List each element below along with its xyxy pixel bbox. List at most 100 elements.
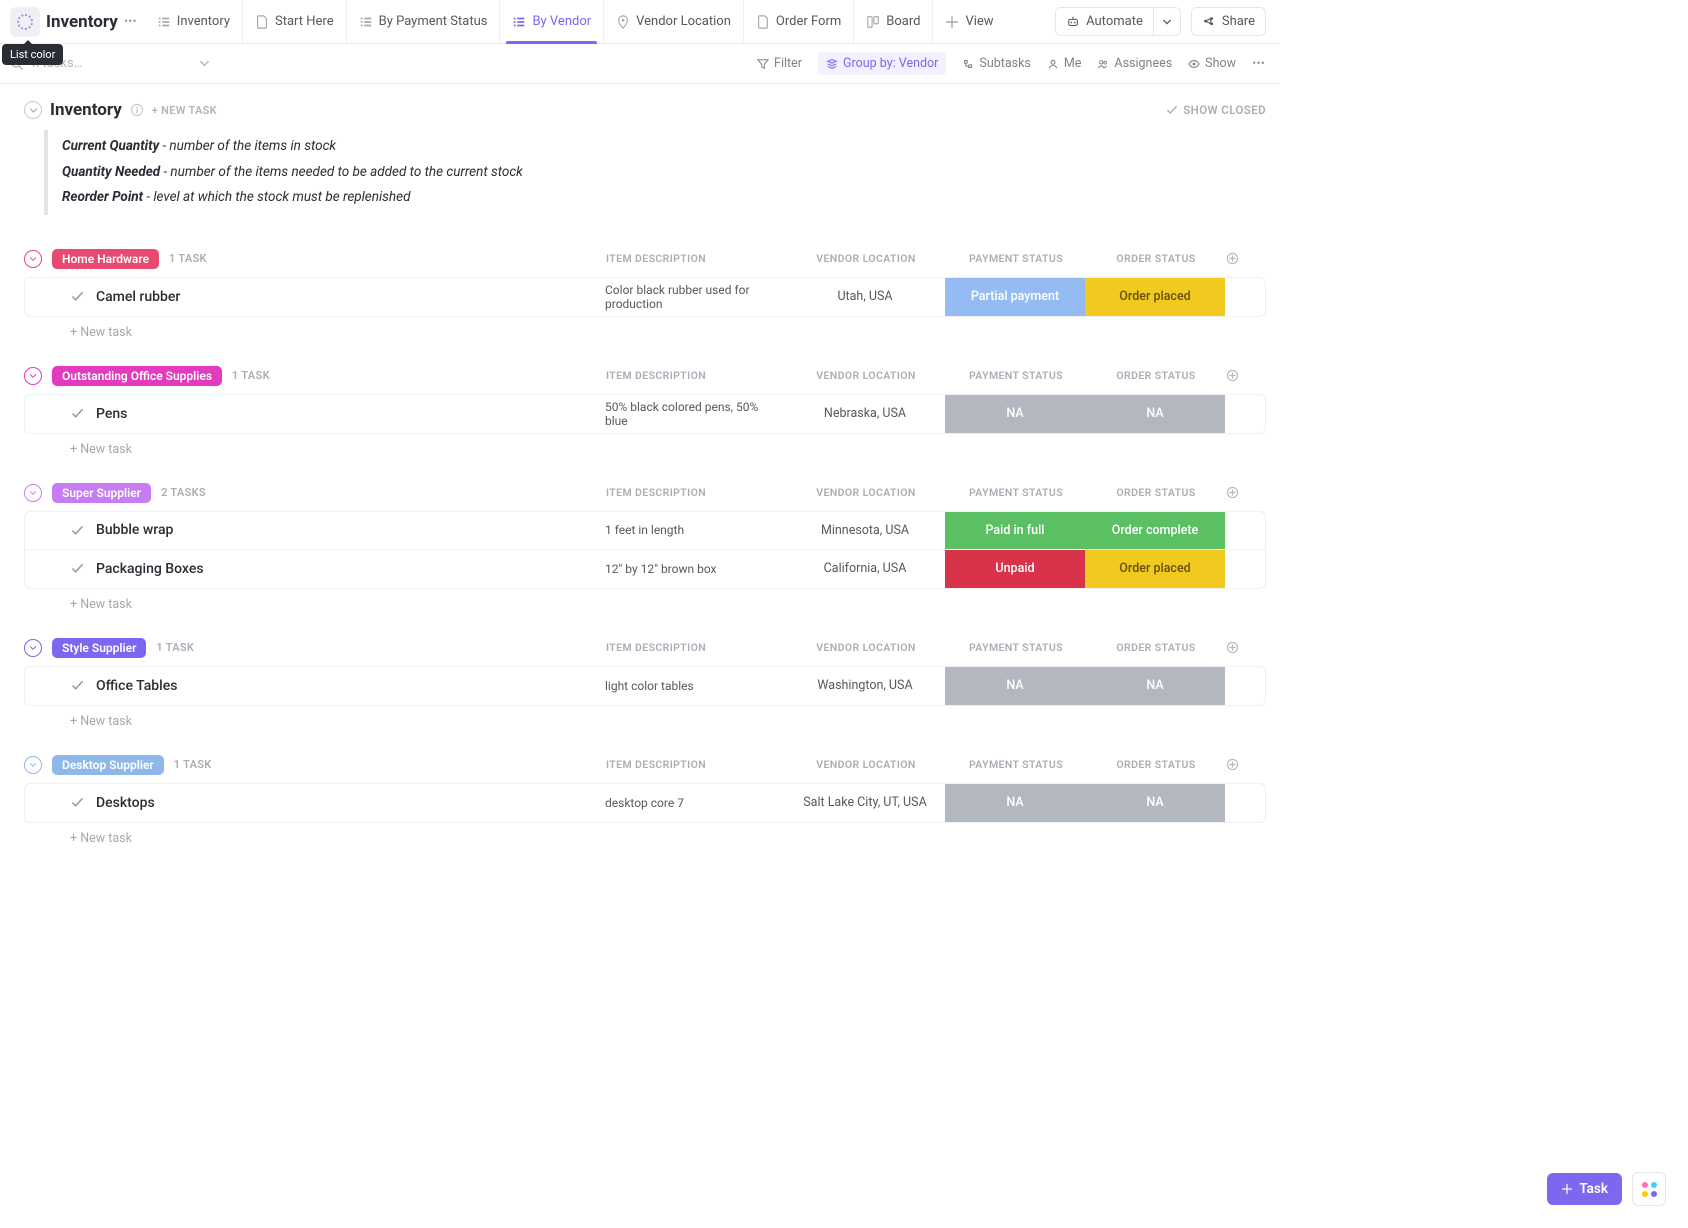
table-row[interactable]: Desktops desktop core 7 Salt Lake City, … bbox=[25, 784, 1265, 822]
apps-button[interactable] bbox=[1632, 1172, 1666, 1206]
check-icon[interactable] bbox=[71, 524, 84, 537]
col-item-description[interactable]: ITEM DESCRIPTION bbox=[606, 369, 786, 382]
subtasks-button[interactable]: Subtasks bbox=[962, 56, 1030, 71]
new-task-row[interactable]: + New task bbox=[24, 434, 1266, 457]
payment-status[interactable]: NA bbox=[945, 395, 1085, 433]
tab-label: Start Here bbox=[275, 14, 334, 29]
col-payment-status[interactable]: PAYMENT STATUS bbox=[946, 369, 1086, 382]
list-color-button[interactable] bbox=[10, 7, 40, 37]
col-payment-status[interactable]: PAYMENT STATUS bbox=[946, 252, 1086, 265]
tab-start-here[interactable]: Start Here bbox=[242, 0, 346, 43]
info-icon[interactable] bbox=[130, 103, 144, 117]
check-icon[interactable] bbox=[71, 562, 84, 575]
table-row[interactable]: Camel rubber Color black rubber used for… bbox=[25, 278, 1265, 316]
tab-by-vendor[interactable]: By Vendor bbox=[499, 0, 603, 43]
table-row[interactable]: Pens 50% black colored pens, 50% blue Ne… bbox=[25, 395, 1265, 433]
col-payment-status[interactable]: PAYMENT STATUS bbox=[946, 758, 1086, 771]
user-icon bbox=[1047, 58, 1059, 70]
tab-vendor-location[interactable]: Vendor Location bbox=[603, 0, 743, 43]
me-button[interactable]: Me bbox=[1047, 56, 1082, 71]
collapse-group-button[interactable] bbox=[24, 756, 42, 774]
group-chip[interactable]: Home Hardware bbox=[52, 249, 159, 269]
automate-button[interactable]: Automate bbox=[1055, 7, 1154, 36]
task-name: Pens bbox=[96, 406, 127, 422]
list-menu-button[interactable]: ⋯ bbox=[124, 14, 137, 29]
order-status[interactable]: NA bbox=[1085, 395, 1225, 433]
order-status[interactable]: Order complete bbox=[1085, 512, 1225, 549]
new-task-row[interactable]: + New task bbox=[24, 706, 1266, 729]
payment-status[interactable]: NA bbox=[945, 667, 1085, 705]
share-button[interactable]: Share bbox=[1191, 7, 1266, 36]
group-header: Super Supplier 2 TASKS ITEM DESCRIPTION … bbox=[24, 479, 1266, 507]
add-column-button[interactable] bbox=[1226, 641, 1266, 654]
list-icon bbox=[359, 15, 373, 29]
col-order-status[interactable]: ORDER STATUS bbox=[1086, 641, 1226, 654]
tab-inventory[interactable]: Inventory bbox=[145, 0, 242, 43]
col-payment-status[interactable]: PAYMENT STATUS bbox=[946, 486, 1086, 499]
tab-view[interactable]: View bbox=[932, 0, 1005, 43]
collapse-group-button[interactable] bbox=[24, 250, 42, 268]
col-order-status[interactable]: ORDER STATUS bbox=[1086, 486, 1226, 499]
collapse-group-button[interactable] bbox=[24, 639, 42, 657]
order-status[interactable]: Order placed bbox=[1085, 550, 1225, 588]
col-order-status[interactable]: ORDER STATUS bbox=[1086, 758, 1226, 771]
order-status[interactable]: NA bbox=[1085, 784, 1225, 822]
col-order-status[interactable]: ORDER STATUS bbox=[1086, 369, 1226, 382]
col-payment-status[interactable]: PAYMENT STATUS bbox=[946, 641, 1086, 654]
automate-dropdown[interactable] bbox=[1154, 7, 1181, 36]
table-row[interactable]: Packaging Boxes 12" by 12" brown box Cal… bbox=[25, 550, 1265, 588]
add-column-button[interactable] bbox=[1226, 252, 1266, 265]
table-row[interactable]: Office Tables light color tables Washing… bbox=[25, 667, 1265, 705]
collapse-group-button[interactable] bbox=[24, 367, 42, 385]
col-item-description[interactable]: ITEM DESCRIPTION bbox=[606, 486, 786, 499]
payment-status[interactable]: Partial payment bbox=[945, 278, 1085, 316]
assignees-button[interactable]: Assignees bbox=[1097, 56, 1172, 71]
new-task-button[interactable]: + NEW TASK bbox=[152, 104, 217, 117]
payment-status[interactable]: Unpaid bbox=[945, 550, 1085, 588]
tab-order-form[interactable]: Order Form bbox=[743, 0, 853, 43]
show-closed-button[interactable]: SHOW CLOSED bbox=[1166, 103, 1266, 117]
group-chip[interactable]: Style Supplier bbox=[52, 638, 146, 658]
tab-board[interactable]: Board bbox=[853, 0, 932, 43]
new-task-row[interactable]: + New task bbox=[24, 823, 1266, 846]
check-icon[interactable] bbox=[71, 679, 84, 692]
check-icon[interactable] bbox=[71, 796, 84, 809]
vendor-location: California, USA bbox=[785, 550, 945, 588]
item-description: 12" by 12" brown box bbox=[605, 550, 785, 588]
add-column-button[interactable] bbox=[1226, 486, 1266, 499]
new-task-row[interactable]: + New task bbox=[24, 589, 1266, 612]
col-order-status[interactable]: ORDER STATUS bbox=[1086, 252, 1226, 265]
stack-icon bbox=[826, 58, 838, 70]
col-item-description[interactable]: ITEM DESCRIPTION bbox=[606, 252, 786, 265]
group-chip[interactable]: Desktop Supplier bbox=[52, 755, 164, 775]
add-column-button[interactable] bbox=[1226, 369, 1266, 382]
payment-status[interactable]: NA bbox=[945, 784, 1085, 822]
show-button[interactable]: Show bbox=[1188, 56, 1236, 71]
table-row[interactable]: Bubble wrap 1 feet in length Minnesota, … bbox=[25, 512, 1265, 550]
group-chip[interactable]: Outstanding Office Supplies bbox=[52, 366, 222, 386]
col-vendor-location[interactable]: VENDOR LOCATION bbox=[786, 369, 946, 382]
col-item-description[interactable]: ITEM DESCRIPTION bbox=[606, 641, 786, 654]
filter-bar: h tasks… Filter Group by: Vendor Subtask… bbox=[0, 44, 1280, 84]
new-task-fab[interactable]: Task bbox=[1547, 1173, 1622, 1205]
col-vendor-location[interactable]: VENDOR LOCATION bbox=[786, 641, 946, 654]
add-column-button[interactable] bbox=[1226, 758, 1266, 771]
col-vendor-location[interactable]: VENDOR LOCATION bbox=[786, 758, 946, 771]
col-item-description[interactable]: ITEM DESCRIPTION bbox=[606, 758, 786, 771]
groupby-button[interactable]: Group by: Vendor bbox=[818, 52, 946, 75]
check-icon[interactable] bbox=[71, 290, 84, 303]
check-icon[interactable] bbox=[71, 407, 84, 420]
collapse-group-button[interactable] bbox=[24, 484, 42, 502]
new-task-row[interactable]: + New task bbox=[24, 317, 1266, 340]
col-vendor-location[interactable]: VENDOR LOCATION bbox=[786, 486, 946, 499]
filter-button[interactable]: Filter bbox=[757, 56, 802, 71]
order-status[interactable]: Order placed bbox=[1085, 278, 1225, 316]
payment-status[interactable]: Paid in full bbox=[945, 512, 1085, 549]
more-button[interactable]: ⋯ bbox=[1252, 56, 1266, 71]
order-status[interactable]: NA bbox=[1085, 667, 1225, 705]
task-name-cell: Bubble wrap bbox=[25, 512, 173, 549]
col-vendor-location[interactable]: VENDOR LOCATION bbox=[786, 252, 946, 265]
group-chip[interactable]: Super Supplier bbox=[52, 483, 151, 503]
collapse-list-button[interactable] bbox=[24, 101, 42, 119]
tab-by-payment-status[interactable]: By Payment Status bbox=[346, 0, 500, 43]
